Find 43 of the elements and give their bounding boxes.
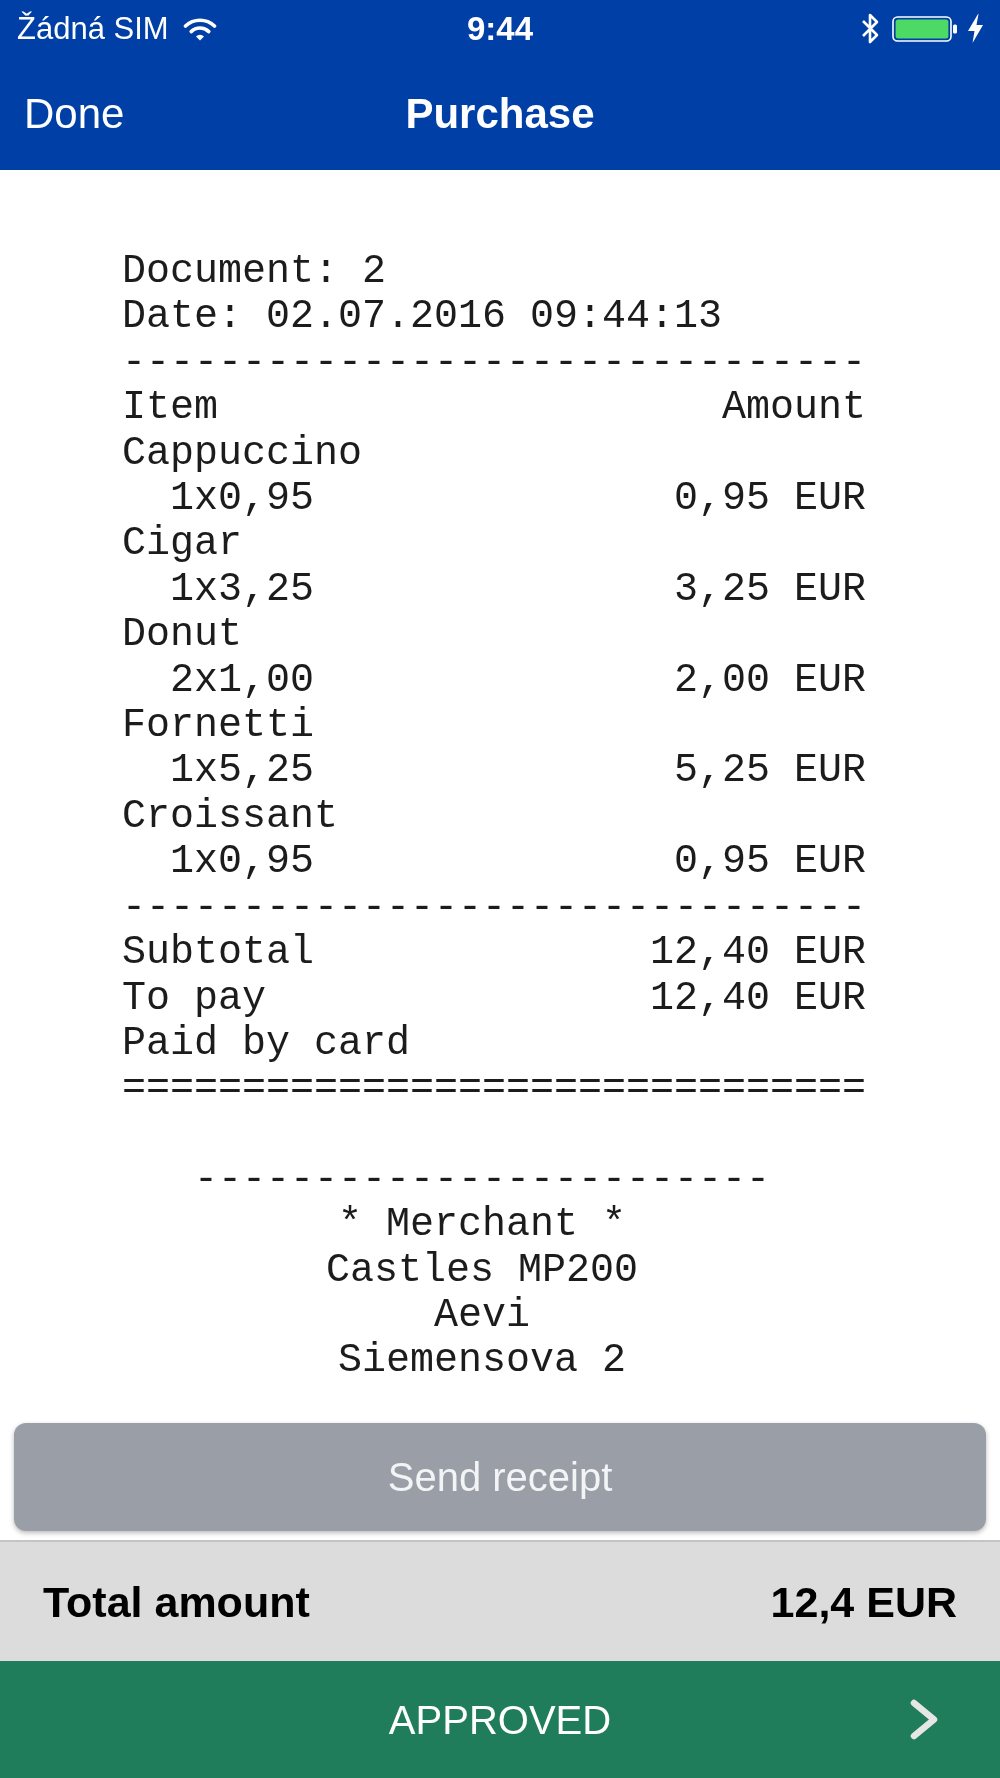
receipt-text: Date: 02.07.2016 09:44:13 xyxy=(122,294,723,340)
merchant-text: Siemensova 2 xyxy=(337,1338,626,1384)
receipt-value: Amount xyxy=(721,385,866,431)
receipt-label: Item xyxy=(122,385,218,431)
done-button[interactable]: Done xyxy=(24,88,125,139)
receipt-label: Subtotal xyxy=(122,930,315,976)
total-label: Total amount xyxy=(43,1576,310,1627)
receipt-label: To pay xyxy=(122,975,267,1021)
battery-icon xyxy=(892,15,958,42)
item-quantity: 1x5,25 xyxy=(170,748,315,794)
item-name: Fornetti xyxy=(122,703,315,749)
receipt-separator: =============================== xyxy=(122,1066,867,1112)
chevron-right-icon xyxy=(910,1699,939,1740)
total-amount: 12,4 EUR xyxy=(770,1576,957,1627)
merchant-text: * Merchant * xyxy=(337,1202,626,1248)
item-name: Cigar xyxy=(122,521,243,567)
item-amount: 2,00 EUR xyxy=(673,657,866,704)
receipt-value: 12,40 EUR xyxy=(649,930,866,976)
carrier-name: Žádná SIM xyxy=(17,10,169,47)
item-name: Croissant xyxy=(122,793,339,840)
merchant-text: Castles MP200 xyxy=(325,1247,639,1293)
item-quantity: 2x1,00 xyxy=(170,657,315,704)
approved-status-button[interactable]: APPROVED xyxy=(0,1661,1000,1778)
item-name: Donut xyxy=(122,612,243,658)
item-quantity: 1x3,25 xyxy=(170,566,315,613)
item-quantity: 1x0,95 xyxy=(170,476,315,522)
receipt-text: Paid by card xyxy=(122,1020,411,1067)
item-quantity: 1x0,95 xyxy=(170,839,315,885)
item-amount: 3,25 EUR xyxy=(673,566,866,613)
wifi-icon xyxy=(182,16,217,41)
receipt-value: 12,40 EUR xyxy=(649,975,866,1021)
item-name: Cappuccino xyxy=(122,430,363,477)
receipt-separator: ------------------------ xyxy=(193,1156,771,1203)
receipt-separator: ------------------------------- xyxy=(122,884,867,931)
screen-title: Purchase xyxy=(405,88,595,139)
receipt-text: Document: 2 xyxy=(122,249,387,295)
merchant-text: Aevi xyxy=(434,1292,530,1339)
receipt-separator: ------------------------------- xyxy=(122,339,867,386)
clock-time: 9:44 xyxy=(466,9,534,48)
lightning-bolt-icon xyxy=(968,14,983,43)
item-amount: 0,95 EUR xyxy=(673,476,866,522)
item-amount: 5,25 EUR xyxy=(673,748,866,794)
item-amount: 0,95 EUR xyxy=(673,839,866,885)
